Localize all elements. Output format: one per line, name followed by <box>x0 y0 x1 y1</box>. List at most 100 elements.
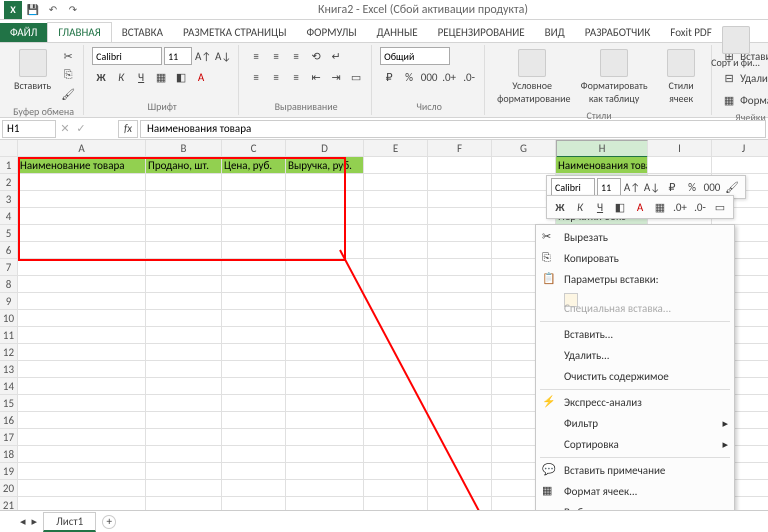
cell-A5[interactable] <box>18 225 146 242</box>
cell-B4[interactable] <box>146 208 222 225</box>
cell-E18[interactable] <box>364 446 428 463</box>
cell-E7[interactable] <box>364 259 428 276</box>
cell-E12[interactable] <box>364 344 428 361</box>
cell-E6[interactable] <box>364 242 428 259</box>
format-as-table-button[interactable]: Форматировать как таблицу <box>575 47 653 107</box>
name-box[interactable] <box>2 120 56 138</box>
comma-icon[interactable]: 000 <box>420 68 438 86</box>
cell-F9[interactable] <box>428 293 492 310</box>
undo-icon[interactable]: ↶ <box>44 1 62 19</box>
percent-icon[interactable]: % <box>400 68 418 86</box>
row-header-15[interactable]: 15 <box>0 395 18 412</box>
tab-review[interactable]: РЕЦЕНЗИРОВАНИЕ <box>428 23 535 42</box>
ctx-copy[interactable]: ⎘Копировать <box>536 248 734 269</box>
cell-E15[interactable] <box>364 395 428 412</box>
cell-F20[interactable] <box>428 480 492 497</box>
cell-H1[interactable]: Наименования товара <box>556 157 648 174</box>
row-header-9[interactable]: 9 <box>0 293 18 310</box>
tab-file[interactable]: ФАЙЛ <box>0 23 47 42</box>
cell-C18[interactable] <box>222 446 286 463</box>
cell-E14[interactable] <box>364 378 428 395</box>
cell-E3[interactable] <box>364 191 428 208</box>
cell-A16[interactable] <box>18 412 146 429</box>
cell-B5[interactable] <box>146 225 222 242</box>
cell-D9[interactable] <box>286 293 364 310</box>
cell-A10[interactable] <box>18 310 146 327</box>
cell-B1[interactable]: Продано, шт. <box>146 157 222 174</box>
ctx-format-cells[interactable]: ▦Формат ячеек... <box>536 481 734 502</box>
cell-D5[interactable] <box>286 225 364 242</box>
italic-button[interactable]: К <box>112 68 130 86</box>
orientation-icon[interactable]: ⟲ <box>307 47 325 65</box>
row-header-2[interactable]: 2 <box>0 174 18 191</box>
cell-E13[interactable] <box>364 361 428 378</box>
cell-D4[interactable] <box>286 208 364 225</box>
cell-A17[interactable] <box>18 429 146 446</box>
cell-E11[interactable] <box>364 327 428 344</box>
fill-color-icon[interactable]: ◧ <box>172 68 190 86</box>
cell-E17[interactable] <box>364 429 428 446</box>
cell-B10[interactable] <box>146 310 222 327</box>
row-header-14[interactable]: 14 <box>0 378 18 395</box>
cell-C16[interactable] <box>222 412 286 429</box>
tab-developer[interactable]: РАЗРАБОТЧИК <box>575 23 661 42</box>
mini-border-icon[interactable]: ▦ <box>651 198 669 216</box>
cell-F12[interactable] <box>428 344 492 361</box>
cell-C1[interactable]: Цена, руб. <box>222 157 286 174</box>
row-header-20[interactable]: 20 <box>0 480 18 497</box>
ctx-pick-from-list[interactable]: Выбрать из раскрывающегося списка... <box>536 502 734 510</box>
ctx-insert-comment[interactable]: 💬Вставить примечание <box>536 460 734 481</box>
font-size-select[interactable] <box>164 47 192 65</box>
cell-B17[interactable] <box>146 429 222 446</box>
row-header-17[interactable]: 17 <box>0 429 18 446</box>
cell-F3[interactable] <box>428 191 492 208</box>
cell-C7[interactable] <box>222 259 286 276</box>
delete-cells-button[interactable]: Удалить <box>740 72 768 85</box>
confirm-formula-icon[interactable]: ✓ <box>74 120 88 138</box>
cell-B15[interactable] <box>146 395 222 412</box>
cell-D17[interactable] <box>286 429 364 446</box>
mini-font-shrink-icon[interactable]: A↓ <box>643 178 661 196</box>
mini-font-name[interactable] <box>551 178 595 196</box>
cell-B16[interactable] <box>146 412 222 429</box>
cell-C4[interactable] <box>222 208 286 225</box>
ctx-cut[interactable]: ✂Вырезать <box>536 227 734 248</box>
cell-C20[interactable] <box>222 480 286 497</box>
ctx-insert[interactable]: Вставить... <box>536 324 734 345</box>
cell-F5[interactable] <box>428 225 492 242</box>
sheet-tab-1[interactable]: Лист1 <box>43 512 96 532</box>
cell-C10[interactable] <box>222 310 286 327</box>
cell-D18[interactable] <box>286 446 364 463</box>
cell-D20[interactable] <box>286 480 364 497</box>
cell-B3[interactable] <box>146 191 222 208</box>
cell-F13[interactable] <box>428 361 492 378</box>
mini-font-grow-icon[interactable]: A↑ <box>623 178 641 196</box>
cell-B21[interactable] <box>146 497 222 510</box>
cell-I1[interactable] <box>648 157 712 174</box>
cell-A12[interactable] <box>18 344 146 361</box>
format-painter-icon[interactable]: 🖌 <box>59 85 77 103</box>
cell-B13[interactable] <box>146 361 222 378</box>
cell-D16[interactable] <box>286 412 364 429</box>
cell-F16[interactable] <box>428 412 492 429</box>
font-color-icon[interactable]: A <box>192 68 210 86</box>
cancel-formula-icon[interactable]: ✕ <box>58 120 72 138</box>
cell-E10[interactable] <box>364 310 428 327</box>
mini-format-painter-icon[interactable]: 🖌 <box>723 178 741 196</box>
align-bottom-icon[interactable]: ≡ <box>287 47 305 65</box>
cell-F4[interactable] <box>428 208 492 225</box>
tab-data[interactable]: ДАННЫЕ <box>367 23 428 42</box>
cell-A9[interactable] <box>18 293 146 310</box>
cell-C12[interactable] <box>222 344 286 361</box>
cell-E19[interactable] <box>364 463 428 480</box>
ctx-clear[interactable]: Очистить содержимое <box>536 366 734 387</box>
ctx-paste-icon-btn[interactable] <box>536 290 734 298</box>
cell-D14[interactable] <box>286 378 364 395</box>
cell-F18[interactable] <box>428 446 492 463</box>
row-header-3[interactable]: 3 <box>0 191 18 208</box>
cell-D21[interactable] <box>286 497 364 510</box>
font-grow-icon[interactable]: A↑ <box>194 47 212 65</box>
cell-A6[interactable] <box>18 242 146 259</box>
cell-A7[interactable] <box>18 259 146 276</box>
cell-E8[interactable] <box>364 276 428 293</box>
